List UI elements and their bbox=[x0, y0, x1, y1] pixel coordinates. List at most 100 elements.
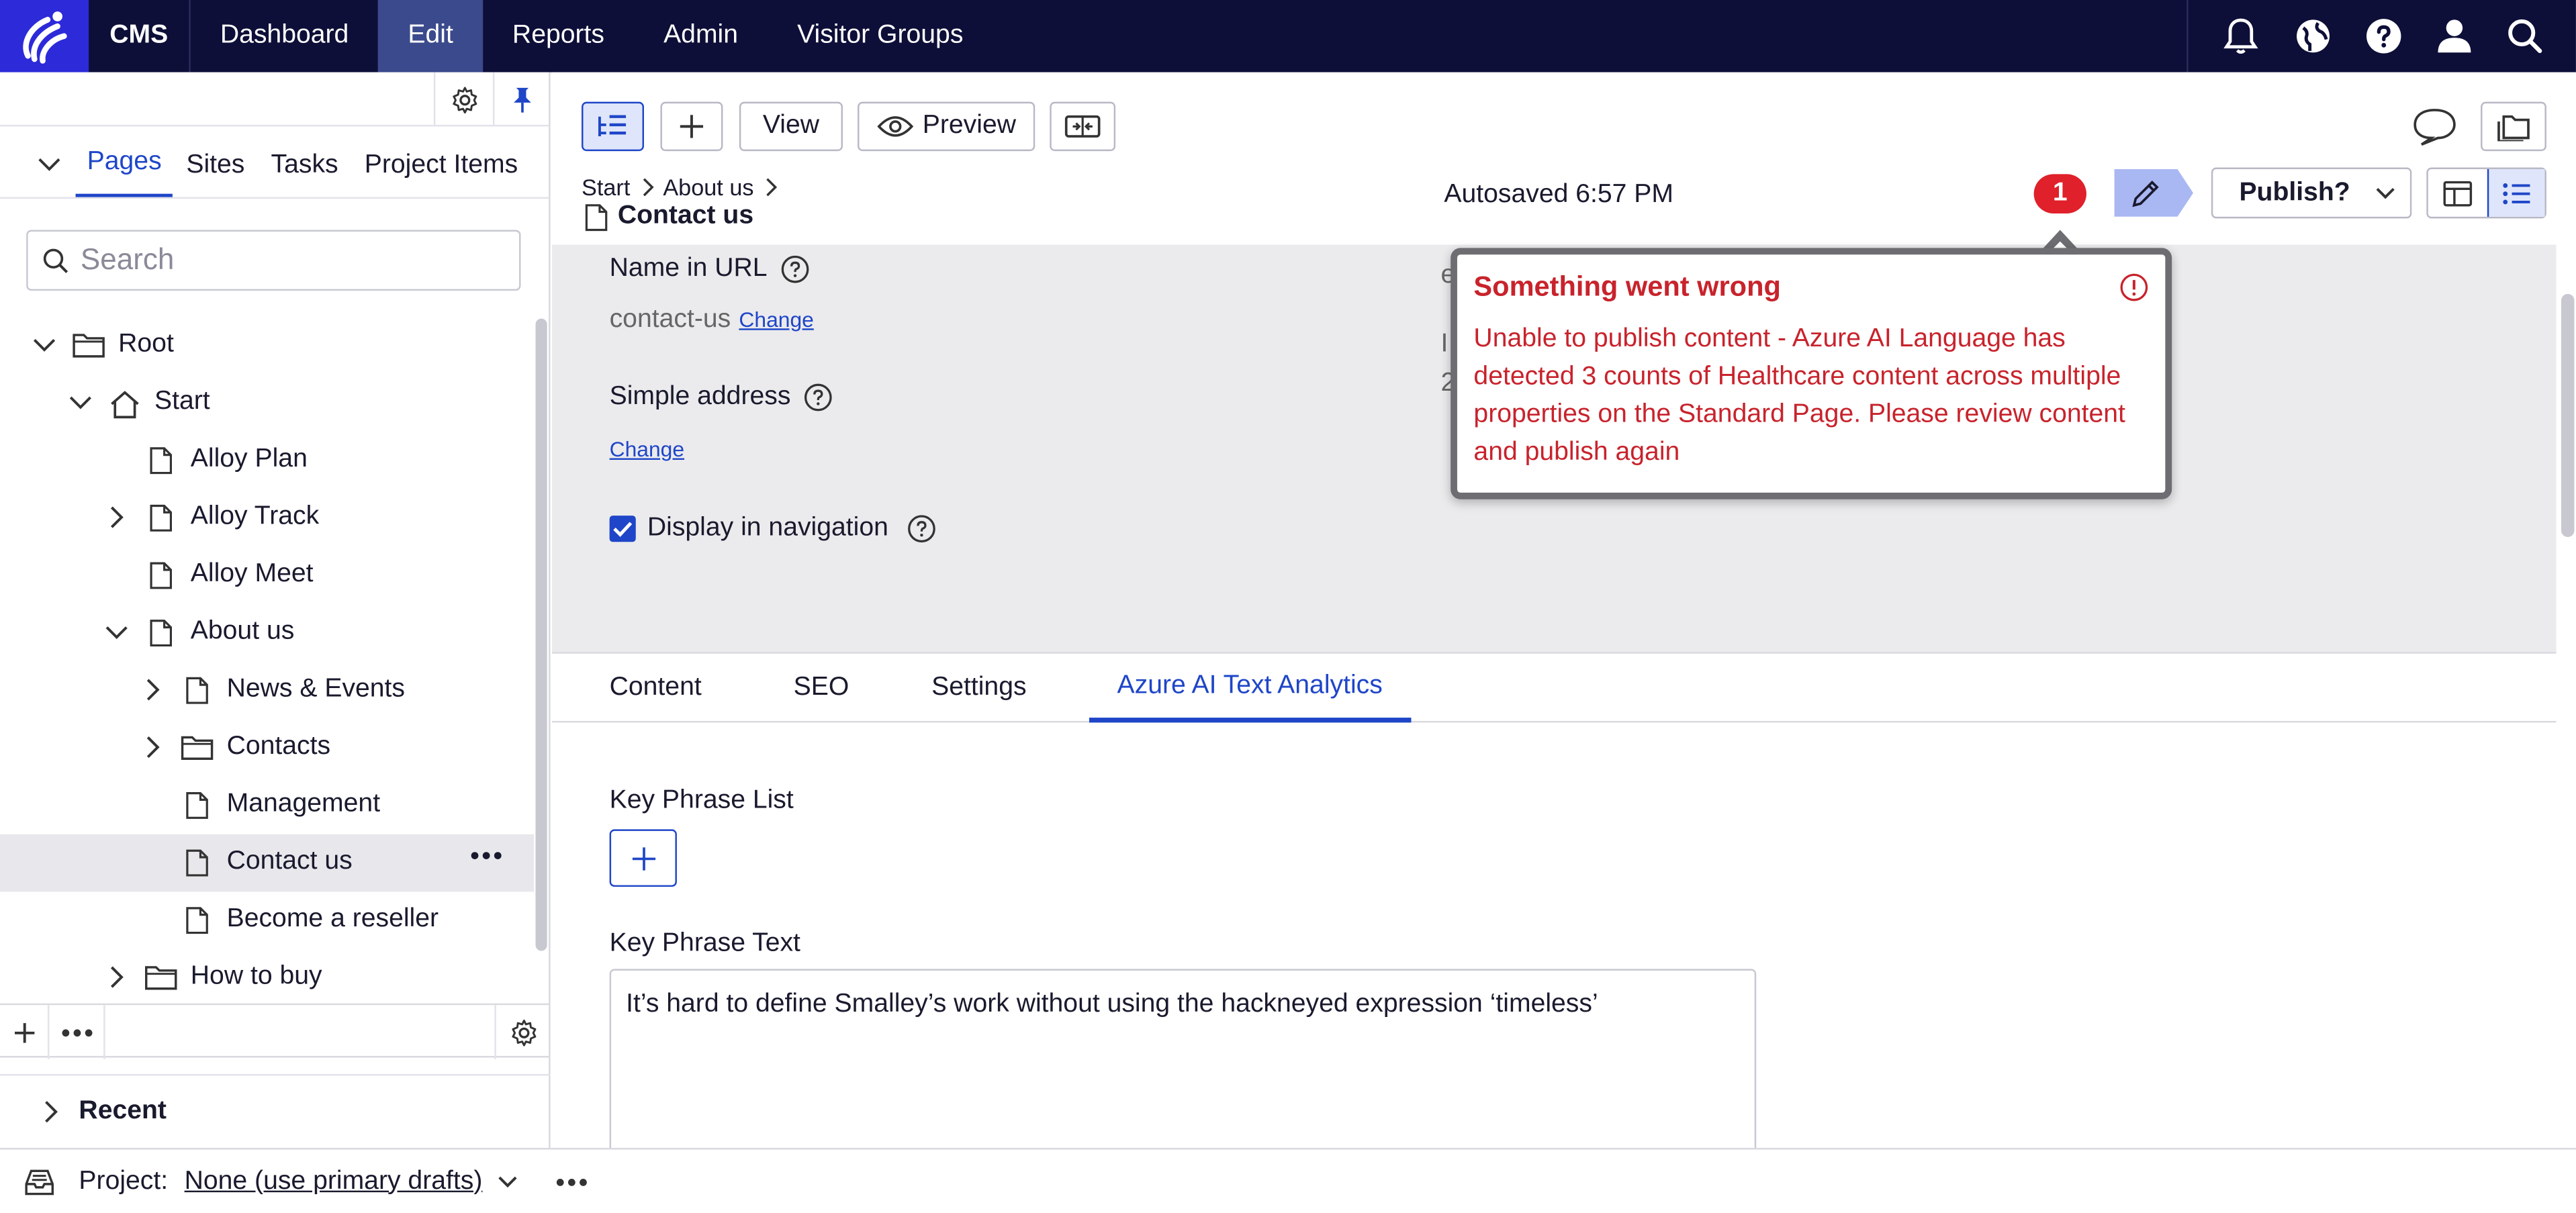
tree-item-alloy-plan[interactable]: Alloy Plan bbox=[0, 432, 534, 489]
key-phrase-text-label: Key Phrase Text bbox=[609, 929, 800, 958]
tab-settings[interactable]: Settings bbox=[931, 654, 1026, 723]
recent-label: Recent bbox=[79, 1096, 167, 1124]
editor-scrollbar[interactable] bbox=[2559, 244, 2576, 1149]
key-phrase-text-field[interactable]: It’s hard to define Smalley’s work witho… bbox=[609, 969, 1757, 1158]
tree-item-start[interactable]: Start bbox=[0, 375, 534, 432]
more-actions-button[interactable] bbox=[49, 1005, 105, 1059]
chevron-right-icon[interactable] bbox=[105, 965, 128, 988]
publish-label: Publish? bbox=[2239, 178, 2350, 207]
tree-item-root[interactable]: Root bbox=[0, 317, 534, 375]
nav-admin[interactable]: Admin bbox=[634, 0, 768, 72]
pane-scrollbar[interactable] bbox=[535, 318, 547, 951]
error-icon bbox=[2119, 273, 2149, 302]
compare-icon bbox=[1064, 115, 1101, 138]
compare-button[interactable] bbox=[1050, 101, 1116, 152]
nav-reports[interactable]: Reports bbox=[483, 0, 634, 72]
pin-pane-button[interactable] bbox=[492, 72, 551, 127]
tree-item-become-a-reseller[interactable]: Become a reseller bbox=[0, 891, 534, 949]
chevron-down-icon[interactable] bbox=[33, 334, 56, 356]
tree-item-about-us[interactable]: About us bbox=[0, 604, 534, 662]
change-url-link[interactable]: Change bbox=[739, 307, 813, 332]
breadcrumb-start[interactable]: Start bbox=[582, 174, 630, 200]
name-in-url-text: Name in URL bbox=[609, 254, 768, 283]
project-more-button[interactable] bbox=[555, 1177, 588, 1187]
layout-view-button[interactable] bbox=[2428, 169, 2487, 217]
tree-settings-button[interactable] bbox=[494, 1005, 550, 1059]
project-label: Project: bbox=[79, 1167, 169, 1195]
autosave-status: Autosaved 6:57 PM bbox=[1444, 181, 1674, 209]
logo[interactable] bbox=[0, 0, 89, 72]
tree-item-how-to-buy[interactable]: How to buy bbox=[0, 949, 534, 1007]
chevron-right-icon[interactable] bbox=[141, 736, 164, 759]
brand-label[interactable]: CMS bbox=[89, 0, 191, 72]
help-icon[interactable] bbox=[804, 383, 833, 412]
search-input[interactable] bbox=[80, 243, 492, 278]
tree-item-contact-us[interactable]: Contact us bbox=[0, 834, 535, 892]
help-icon[interactable] bbox=[907, 514, 936, 544]
add-page-button[interactable] bbox=[0, 1005, 50, 1059]
editor-toolbar: View Preview bbox=[552, 72, 2576, 171]
project-selector[interactable]: None (use primary drafts) bbox=[185, 1167, 483, 1196]
edit-status-flag[interactable] bbox=[2114, 168, 2193, 217]
check-icon bbox=[613, 522, 633, 537]
publish-button[interactable]: Publish? bbox=[2211, 167, 2412, 219]
tree-item-management[interactable]: Management bbox=[0, 777, 534, 834]
inbox-icon bbox=[23, 1167, 56, 1196]
nav-visitor-groups[interactable]: Visitor Groups bbox=[768, 0, 993, 72]
assets-button[interactable] bbox=[2481, 101, 2546, 152]
tree-item-label: Root bbox=[118, 330, 174, 358]
page-icon bbox=[185, 677, 208, 705]
chevron-right-icon[interactable] bbox=[105, 505, 128, 528]
notification-badge[interactable]: 1 bbox=[2033, 174, 2086, 214]
bell-icon[interactable] bbox=[2220, 15, 2263, 58]
tree-icon bbox=[598, 115, 627, 137]
change-simple-address-link[interactable]: Change bbox=[610, 437, 684, 462]
user-icon[interactable] bbox=[2434, 16, 2474, 56]
chevron-down-icon[interactable] bbox=[69, 391, 92, 414]
tab-sites[interactable]: Sites bbox=[186, 151, 244, 197]
comments-button[interactable] bbox=[2409, 101, 2460, 152]
preview-button[interactable]: Preview bbox=[858, 101, 1036, 152]
help-icon[interactable] bbox=[780, 254, 810, 284]
tab-content[interactable]: Content bbox=[610, 654, 702, 723]
add-key-phrase-button[interactable] bbox=[609, 829, 677, 887]
tab-project-items[interactable]: Project Items bbox=[365, 151, 518, 197]
help-icon[interactable] bbox=[2364, 16, 2403, 56]
chevron-down-icon[interactable] bbox=[105, 621, 128, 644]
tab-azure-ai-text-analytics[interactable]: Azure AI Text Analytics bbox=[1089, 654, 1411, 723]
tree-item-alloy-meet[interactable]: Alloy Meet bbox=[0, 547, 534, 605]
toggle-tree-button[interactable] bbox=[582, 101, 644, 152]
tree-item-news-events[interactable]: News & Events bbox=[0, 662, 534, 720]
more-icon[interactable] bbox=[470, 851, 503, 861]
tree-item-contacts[interactable]: Contacts bbox=[0, 720, 534, 777]
chevron-down-icon[interactable] bbox=[496, 1170, 518, 1193]
view-button[interactable]: View bbox=[739, 101, 843, 152]
tab-tasks[interactable]: Tasks bbox=[271, 151, 338, 197]
more-icon bbox=[555, 1177, 586, 1185]
search-icon[interactable] bbox=[2505, 16, 2544, 56]
globe-icon[interactable] bbox=[2294, 16, 2334, 56]
nav-edit[interactable]: Edit bbox=[378, 0, 483, 72]
nav-dashboard[interactable]: Dashboard bbox=[191, 0, 379, 72]
pin-icon bbox=[514, 87, 531, 112]
tree-item-label: Contact us bbox=[226, 847, 353, 875]
pane-settings-button[interactable] bbox=[433, 72, 493, 127]
recent-section[interactable]: Recent bbox=[0, 1073, 551, 1147]
display-in-nav-checkbox[interactable] bbox=[609, 516, 636, 542]
tree-item-label: Management bbox=[226, 789, 381, 818]
list-icon bbox=[2502, 182, 2530, 204]
chevron-right-icon[interactable] bbox=[141, 678, 164, 701]
list-view-button[interactable] bbox=[2486, 168, 2545, 217]
scrollbar-thumb[interactable] bbox=[2561, 293, 2575, 537]
tab-pages[interactable]: Pages bbox=[75, 148, 173, 197]
pane-tabs: Pages Sites Tasks Project Items bbox=[0, 126, 549, 199]
comment-icon bbox=[2413, 109, 2456, 146]
tree-item-alloy-track[interactable]: Alloy Track bbox=[0, 489, 534, 547]
tab-seo[interactable]: SEO bbox=[794, 654, 849, 723]
add-button[interactable] bbox=[660, 101, 723, 152]
pencil-icon bbox=[2132, 179, 2159, 207]
breadcrumb: Start About us bbox=[582, 174, 786, 200]
breadcrumb-about-us[interactable]: About us bbox=[663, 174, 753, 200]
collapse-tabs-button[interactable] bbox=[36, 156, 62, 172]
page-icon bbox=[585, 203, 608, 230]
